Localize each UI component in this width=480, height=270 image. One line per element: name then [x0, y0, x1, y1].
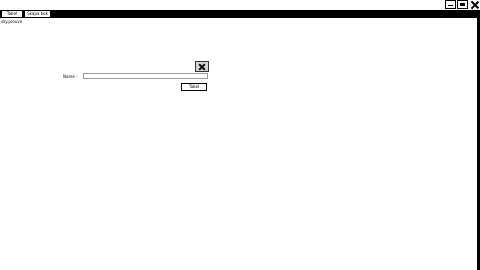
page-label: sky.prouvo	[1, 19, 23, 24]
save-button[interactable]: Tabel	[181, 83, 207, 91]
maximize-icon[interactable]	[457, 0, 468, 9]
name-label: Name :	[63, 74, 78, 79]
minimize-icon[interactable]	[445, 0, 456, 9]
close-icon[interactable]	[469, 0, 480, 9]
name-input[interactable]	[83, 73, 208, 79]
tab-skapa-bok[interactable]: Skapa bok	[24, 10, 51, 18]
tab-tabel[interactable]: Tabel	[1, 10, 23, 18]
close-icon[interactable]	[195, 61, 209, 72]
window-controls	[444, 0, 480, 9]
tab-bar	[0, 10, 480, 18]
